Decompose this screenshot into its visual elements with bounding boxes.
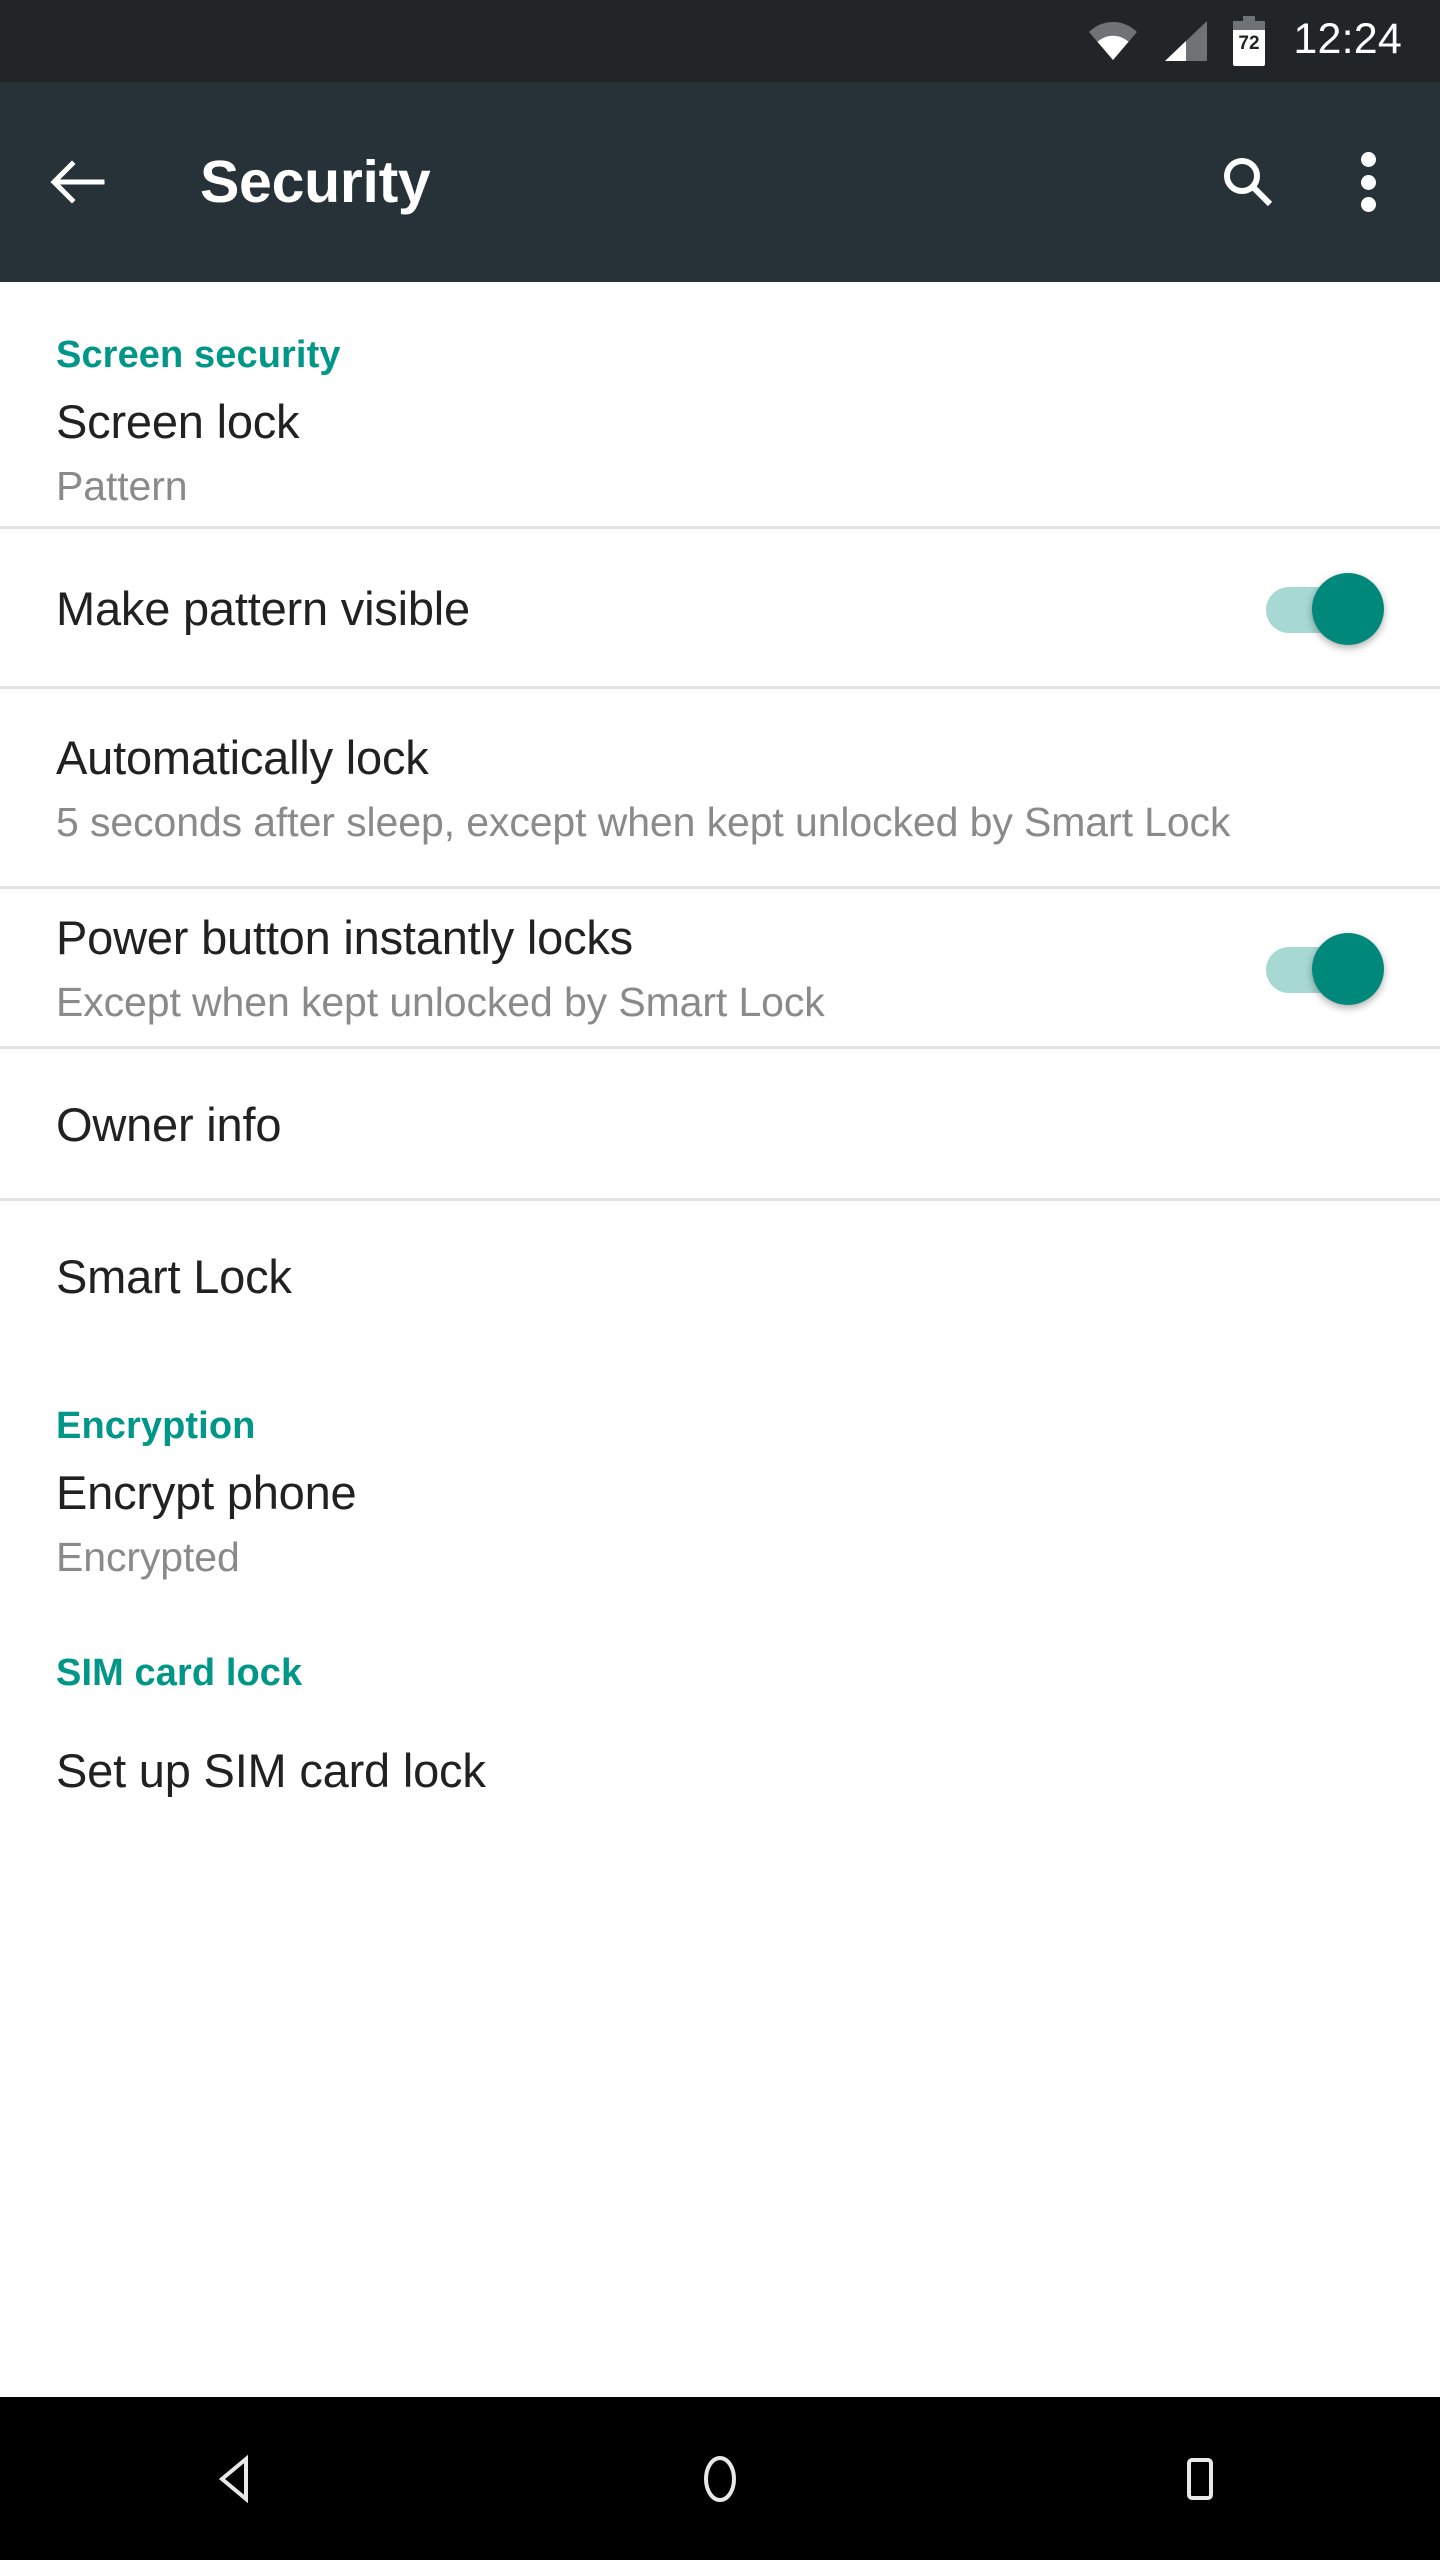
overflow-dot: [1360, 174, 1376, 190]
list-item-texts: Screen lock Pattern: [56, 395, 1384, 511]
toggle-thumb: [1312, 573, 1384, 645]
list-item-title: Screen lock: [56, 394, 300, 448]
toggle-make-pattern-visible[interactable]: [1266, 573, 1384, 645]
list-item-set-up-sim-card-lock[interactable]: Set up SIM card lock: [0, 1695, 1440, 1847]
list-item-texts: Automatically lock 5 seconds after sleep…: [56, 731, 1384, 847]
search-icon[interactable]: [1218, 152, 1278, 212]
list-item-title: Power button instantly locks: [56, 910, 633, 964]
list-item-automatically-lock[interactable]: Automatically lock 5 seconds after sleep…: [0, 689, 1440, 889]
status-bar: 72 12:24: [0, 0, 1440, 82]
list-item-subtitle: Pattern: [56, 463, 188, 510]
battery-level-text: 72: [1239, 33, 1260, 54]
list-item-subtitle: 5 seconds after sleep, except when kept …: [56, 799, 1231, 846]
cellular-signal-icon: [1161, 19, 1209, 63]
list-item-title: Encrypt phone: [56, 1465, 357, 1519]
list-item-power-button-instantly-locks[interactable]: Power button instantly locks Except when…: [0, 889, 1440, 1049]
page-title: Security: [200, 149, 431, 215]
battery-icon: 72: [1231, 16, 1267, 66]
list-item-make-pattern-visible[interactable]: Make pattern visible: [0, 529, 1440, 689]
list-item-title: Make pattern visible: [56, 581, 470, 635]
status-bar-clock: 12:24: [1293, 15, 1402, 63]
section-header-screen-security: Screen security: [56, 334, 341, 376]
settings-list[interactable]: Screen security Screen lock Pattern Make…: [0, 282, 1440, 2560]
list-item-texts: Owner info: [56, 1098, 1384, 1152]
list-item-subtitle: Except when kept unlocked by Smart Lock: [56, 979, 825, 1026]
list-item-smart-lock[interactable]: Smart Lock: [0, 1201, 1440, 1353]
system-navigation-bar: [0, 2397, 1440, 2560]
list-item-title: Set up SIM card lock: [56, 1743, 486, 1797]
overflow-dot: [1360, 152, 1376, 167]
status-bar-icons: 72 12:24: [1087, 16, 1402, 66]
list-item-owner-info[interactable]: Owner info: [0, 1049, 1440, 1201]
wifi-icon: [1087, 19, 1139, 63]
nav-recents-square-icon[interactable]: [1120, 2424, 1280, 2534]
overflow-menu-icon[interactable]: [1356, 150, 1380, 214]
list-item-title: Automatically lock: [56, 730, 429, 784]
app-bar-actions: [1218, 150, 1392, 214]
section-header-encryption: Encryption: [56, 1405, 256, 1447]
list-item-texts: Smart Lock: [56, 1250, 1384, 1304]
app-bar: Security: [0, 82, 1440, 282]
android-settings-security-screen: 72 12:24 Security Screen security Screen…: [0, 0, 1440, 2560]
overflow-dot: [1360, 197, 1376, 212]
list-item-texts: Set up SIM card lock: [56, 1744, 1384, 1798]
list-item-texts: Power button instantly locks Except when…: [56, 911, 1266, 1027]
list-item-screen-lock[interactable]: Screen lock Pattern: [0, 377, 1440, 529]
list-item-texts: Encrypt phone Encrypted: [56, 1466, 1384, 1582]
list-item-encrypt-phone[interactable]: Encrypt phone Encrypted: [0, 1448, 1440, 1600]
nav-home-circle-icon[interactable]: [640, 2424, 800, 2534]
list-item-title: Smart Lock: [56, 1249, 292, 1303]
section-header-sim-card-lock: SIM card lock: [56, 1652, 303, 1694]
nav-back-triangle-icon[interactable]: [160, 2424, 320, 2534]
toggle-power-button-instantly-locks[interactable]: [1266, 933, 1384, 1005]
list-item-subtitle: Encrypted: [56, 1534, 240, 1581]
toggle-thumb: [1312, 933, 1384, 1005]
list-item-texts: Make pattern visible: [56, 582, 1266, 636]
list-item-title: Owner info: [56, 1097, 282, 1151]
back-arrow-icon[interactable]: [46, 151, 108, 213]
